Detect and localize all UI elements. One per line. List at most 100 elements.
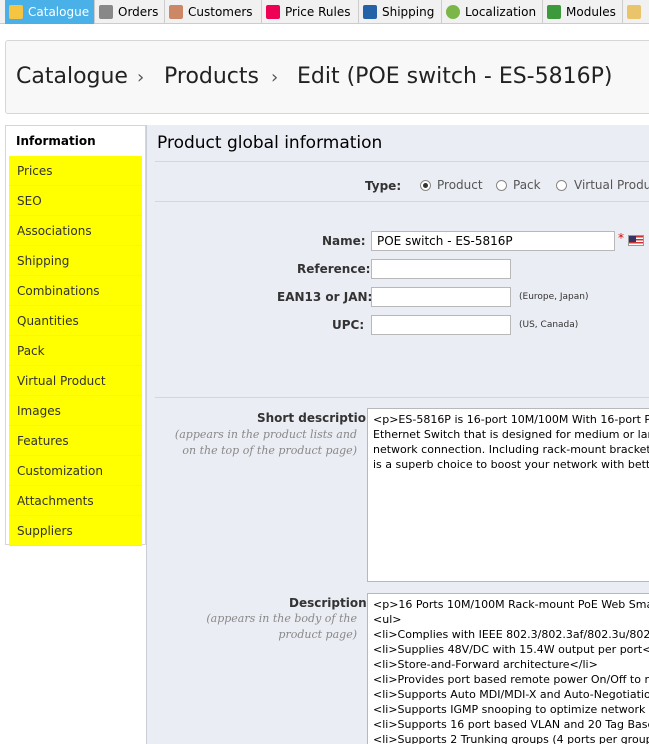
short-description-note: (appears in the product lists and on the… xyxy=(174,428,357,457)
breadcrumb-catalogue[interactable]: Catalogue xyxy=(16,64,128,89)
document-icon xyxy=(627,5,641,19)
sidebar-item-label: Quantities xyxy=(17,313,79,328)
text-line: <li>Supports 2 Trunking groups (4 ports … xyxy=(373,733,649,744)
breadcrumb: Catalogue › Products › Edit (POE switch … xyxy=(5,40,649,114)
sidebar-item-label: Customization xyxy=(17,463,103,478)
short-description-label: Short description: xyxy=(257,411,380,425)
sidebar-item-label: Pack xyxy=(17,343,45,358)
cart-icon xyxy=(99,5,113,19)
sidebar-item-attachments[interactable]: Attachments xyxy=(9,486,142,516)
tab-orders[interactable]: Orders xyxy=(95,0,165,24)
product-tabs-sidebar: Information Prices SEO Associations Ship… xyxy=(5,125,146,546)
chevron-right-icon: › xyxy=(271,67,279,88)
text-line: <li>Supports IGMP snooping to optimize n… xyxy=(373,703,649,716)
text-line: <li>Complies with IEEE 802.3/802.3af/802… xyxy=(373,628,649,641)
breadcrumb-products[interactable]: Products xyxy=(164,64,259,89)
sidebar-item-seo[interactable]: SEO xyxy=(9,186,142,216)
tab-modules[interactable]: Modules xyxy=(543,0,623,24)
text-line: <p>ES-5816P is 16-port 10M/100M With 16-… xyxy=(373,413,649,426)
text-line: <li>Supports Auto MDI/MDI-X and Auto-Neg… xyxy=(373,688,649,701)
short-description-textarea[interactable]: <p>ES-5816P is 16-port 10M/100M With 16-… xyxy=(367,408,649,582)
tab-label: Orders xyxy=(118,5,159,19)
ean13-hint: (Europe, Japan) xyxy=(519,292,589,302)
puzzle-icon xyxy=(547,5,561,19)
tab-localization[interactable]: Localization xyxy=(442,0,543,24)
tab-label: Shipping xyxy=(382,5,435,19)
text-line: <ul> xyxy=(373,613,402,626)
sidebar-item-quantities[interactable]: Quantities xyxy=(9,306,142,336)
text-line: <li>Store-and-Forward architecture</li> xyxy=(373,658,598,671)
reference-label: Reference: xyxy=(297,262,371,276)
price-tag-icon xyxy=(266,5,280,19)
divider xyxy=(155,397,649,398)
sidebar-item-combinations[interactable]: Combinations xyxy=(9,276,142,306)
tab-label: Price Rules xyxy=(285,5,351,19)
type-product-radio[interactable] xyxy=(420,180,431,191)
sidebar-item-label: Information xyxy=(16,134,96,148)
type-virtual-radio[interactable] xyxy=(556,180,567,191)
sidebar-item-label: Combinations xyxy=(17,283,100,298)
sidebar-item-virtual-product[interactable]: Virtual Product xyxy=(9,366,142,396)
sidebar-item-features[interactable]: Features xyxy=(9,426,142,456)
type-pack-radio[interactable] xyxy=(496,180,507,191)
sidebar-item-label: Prices xyxy=(17,163,53,178)
sidebar-item-label: Shipping xyxy=(17,253,70,268)
section-title: Product global information xyxy=(157,133,383,153)
sidebar-item-customization[interactable]: Customization xyxy=(9,456,142,486)
sidebar-item-prices[interactable]: Prices xyxy=(9,156,142,186)
text-line: <li>Supplies 48V/DC with 15.4W output pe… xyxy=(373,643,649,656)
type-virtual-label: Virtual Product xyxy=(574,178,649,192)
tab-label: Modules xyxy=(566,5,616,19)
sidebar-item-shipping[interactable]: Shipping xyxy=(9,246,142,276)
tab-more[interactable] xyxy=(623,0,649,24)
truck-icon xyxy=(363,5,377,19)
sidebar-item-information[interactable]: Information xyxy=(6,126,145,156)
ean13-label: EAN13 or JAN: xyxy=(277,290,373,304)
tab-price-rules[interactable]: Price Rules xyxy=(262,0,359,24)
sidebar-item-label: Images xyxy=(17,403,61,418)
text-line: Ethernet Switch that is designed for med… xyxy=(373,428,649,441)
upc-hint: (US, Canada) xyxy=(519,320,579,330)
sidebar-item-associations[interactable]: Associations xyxy=(9,216,142,246)
upc-input[interactable] xyxy=(371,315,511,335)
required-mark: * xyxy=(618,231,624,245)
globe-icon xyxy=(446,5,460,19)
us-flag-icon[interactable] xyxy=(628,235,644,246)
name-input[interactable]: POE switch - ES-5816P xyxy=(371,231,615,251)
text-line: network connection. Including rack-mount… xyxy=(373,443,649,456)
sidebar-item-suppliers[interactable]: Suppliers xyxy=(9,516,142,546)
sidebar-item-label: Features xyxy=(17,433,69,448)
tab-label: Localization xyxy=(465,5,537,19)
name-label: Name: xyxy=(322,234,366,248)
ean13-input[interactable] xyxy=(371,287,511,307)
text-line: is a superb choice to boost your network… xyxy=(373,458,649,471)
description-note: (appears in the body of the product page… xyxy=(206,612,357,641)
tab-shipping[interactable]: Shipping xyxy=(359,0,442,24)
sidebar-item-label: Attachments xyxy=(17,493,94,508)
product-form-panel: Product global information Type: Product… xyxy=(146,125,649,744)
tab-catalogue[interactable]: Catalogue xyxy=(5,0,95,24)
top-navigation: Catalogue Orders Customers Price Rules S… xyxy=(0,0,649,24)
type-product-label: Product xyxy=(437,178,483,192)
sidebar-item-images[interactable]: Images xyxy=(9,396,142,426)
chevron-right-icon: › xyxy=(137,67,145,88)
text-line: <li>Provides port based remote power On/… xyxy=(373,673,649,686)
folder-icon xyxy=(9,5,23,19)
tab-label: Customers xyxy=(188,5,253,19)
user-icon xyxy=(169,5,183,19)
page-title: Edit (POE switch - ES-5816P) xyxy=(297,64,613,89)
divider xyxy=(155,161,649,162)
tab-customers[interactable]: Customers xyxy=(165,0,262,24)
sidebar-item-label: SEO xyxy=(17,193,42,208)
upc-label: UPC: xyxy=(332,318,365,332)
description-textarea[interactable]: <p>16 Ports 10M/100M Rack-mount PoE Web … xyxy=(367,593,649,744)
text-line: <li>Supports 16 port based VLAN and 20 T… xyxy=(373,718,649,731)
sidebar-item-label: Suppliers xyxy=(17,523,73,538)
description-label: Description: xyxy=(289,596,372,610)
sidebar-item-pack[interactable]: Pack xyxy=(9,336,142,366)
sidebar-item-label: Virtual Product xyxy=(17,373,106,388)
text-line: <p>16 Ports 10M/100M Rack-mount PoE Web … xyxy=(373,598,649,611)
reference-input[interactable] xyxy=(371,259,511,279)
type-pack-label: Pack xyxy=(513,178,541,192)
tab-label: Catalogue xyxy=(28,5,90,19)
